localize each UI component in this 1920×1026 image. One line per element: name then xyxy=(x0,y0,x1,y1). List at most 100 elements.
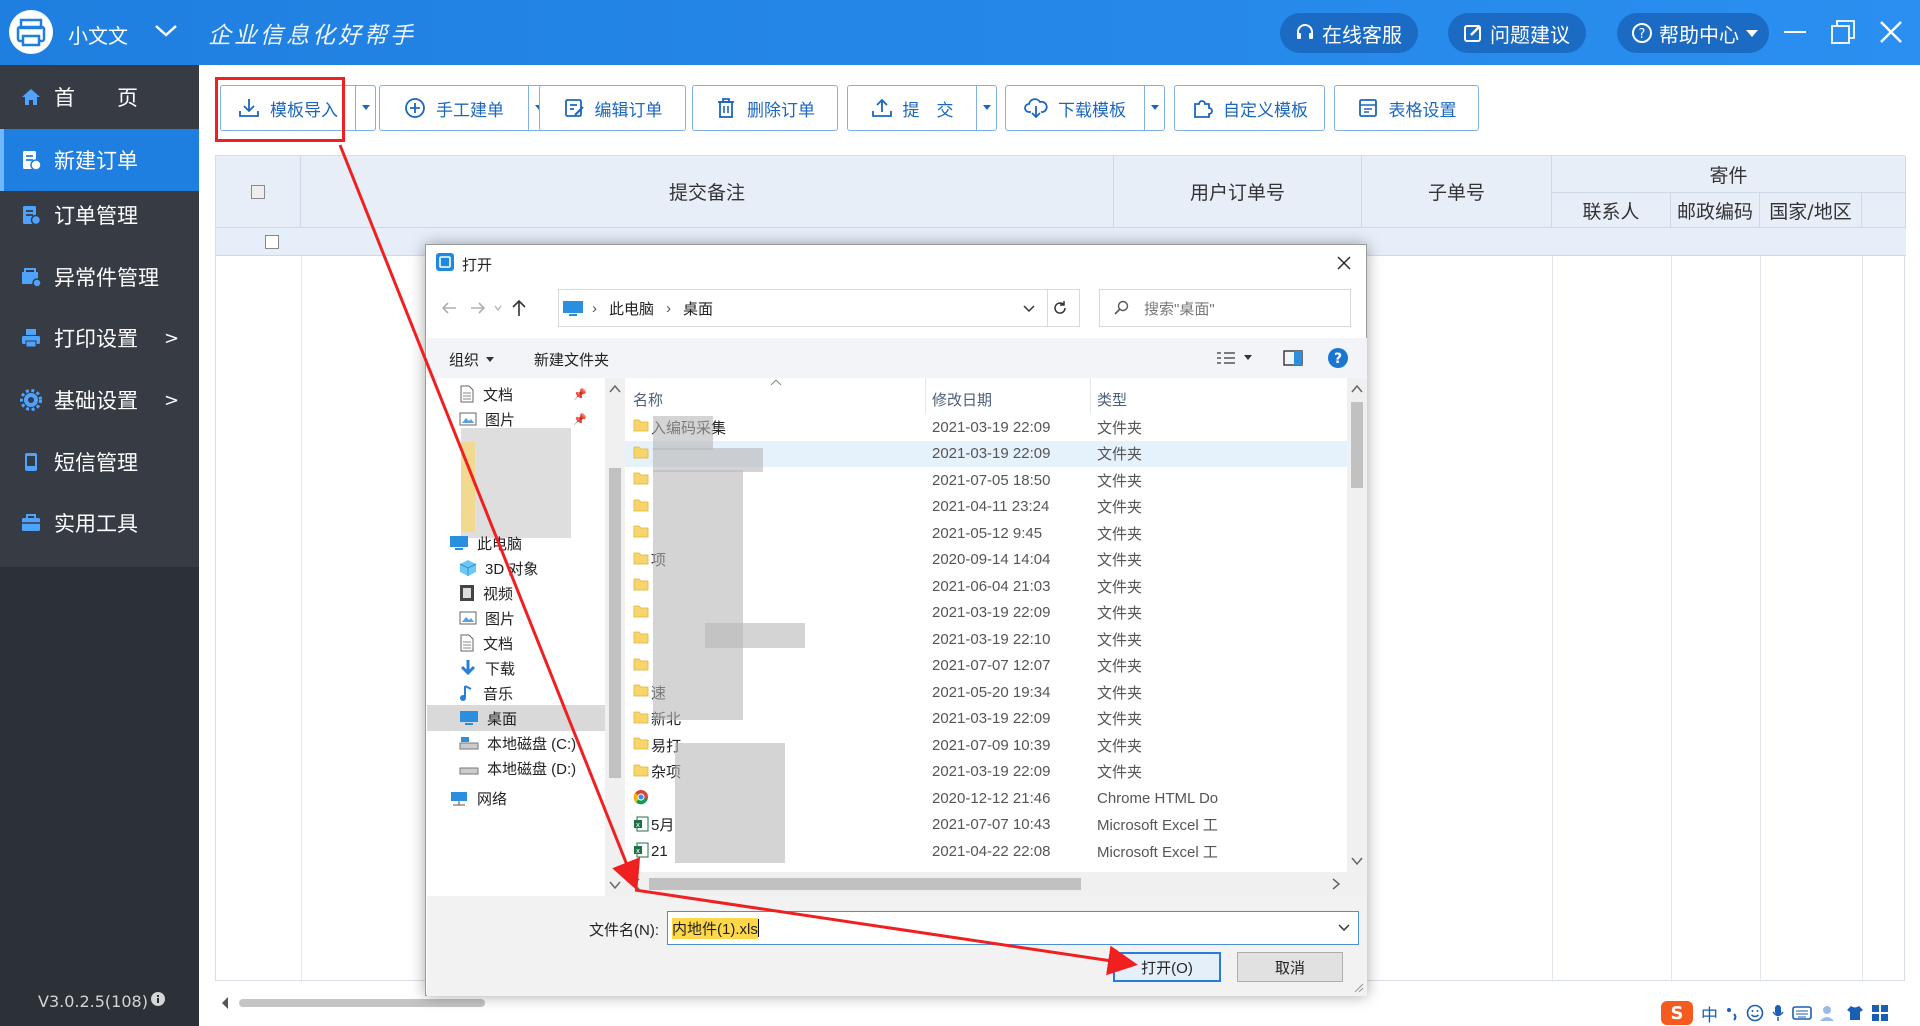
column-header-postcode[interactable]: 邮政编码 xyxy=(1671,193,1760,228)
filename-input[interactable]: 内地件(1).xls xyxy=(667,911,1359,945)
user-name[interactable]: 小文文 xyxy=(68,20,128,49)
user-icon[interactable] xyxy=(1819,1004,1839,1022)
caret-down-icon xyxy=(1746,30,1758,37)
navigation-pane-scrollbar[interactable] xyxy=(605,378,625,896)
sidebar-item-new-order[interactable]: 新建订单 xyxy=(0,129,199,191)
column-divider xyxy=(1760,256,1761,982)
manual-order-button[interactable]: 手工建单 xyxy=(379,85,529,131)
maximize-button[interactable] xyxy=(1826,15,1860,49)
file-date: 2021-04-11 23:24 xyxy=(932,498,1050,515)
edit-order-button[interactable]: 编辑订单 xyxy=(539,85,686,131)
sidebar-item-print-settings[interactable]: 打印设置 > xyxy=(0,307,199,369)
forward-arrow-icon[interactable] xyxy=(469,300,487,316)
online-service-button[interactable]: 在线客服 xyxy=(1280,13,1418,53)
version-label: V3.0.2.5(108) xyxy=(38,992,148,1011)
file-list-vertical-scrollbar[interactable] xyxy=(1347,378,1367,896)
open-button[interactable]: 打开(O) xyxy=(1113,952,1221,982)
custom-template-button[interactable]: 自定义模板 xyxy=(1174,85,1325,131)
toolbox-grid-icon[interactable] xyxy=(1871,1004,1889,1022)
nav-item-music[interactable]: 音乐 xyxy=(459,680,605,706)
delete-order-button[interactable]: 删除订单 xyxy=(692,85,838,131)
nav-item-3d-objects[interactable]: 3D 对象 xyxy=(459,555,605,581)
up-arrow-icon[interactable] xyxy=(510,298,528,318)
ime-mode-label[interactable]: 中 xyxy=(1701,1001,1718,1026)
file-row[interactable]: 入编码采集2021-03-19 22:09文件夹 xyxy=(625,414,1347,440)
filename-dropdown-icon[interactable] xyxy=(1338,923,1350,933)
search-box[interactable]: 搜索"桌面" xyxy=(1099,289,1351,327)
breadcrumb-separator: › xyxy=(666,299,672,317)
emoji-icon[interactable] xyxy=(1746,1004,1764,1022)
nav-item-videos[interactable]: 视频 xyxy=(459,580,605,606)
row-checkbox[interactable] xyxy=(265,235,279,249)
breadcrumb-desktop[interactable]: 桌面 xyxy=(683,298,713,319)
cancel-button[interactable]: 取消 xyxy=(1237,952,1343,982)
submenu-arrow-icon: > xyxy=(164,389,180,411)
select-all-checkbox[interactable] xyxy=(251,184,265,199)
document-icon xyxy=(460,634,474,652)
column-header-name[interactable]: 名称 xyxy=(633,389,663,410)
recent-locations-icon[interactable] xyxy=(493,303,503,313)
organize-menu[interactable]: 组织 xyxy=(449,349,495,370)
sidebar-item-basic-settings[interactable]: 基础设置 > xyxy=(0,369,199,431)
sidebar-item-home[interactable]: 首 页 xyxy=(0,66,199,128)
minimize-button[interactable] xyxy=(1778,15,1812,49)
sidebar-item-exceptions[interactable]: 异常件管理 xyxy=(0,246,199,308)
open-file-dialog: 打开 › 此电脑 › 桌面 搜索"桌面" 组织 新建文件夹 ? 文档 📌 图片 … xyxy=(425,244,1367,996)
redacted-region xyxy=(653,416,713,450)
sidebar-item-sms[interactable]: 短信管理 xyxy=(0,431,199,493)
address-dropdown-icon[interactable] xyxy=(1023,304,1035,314)
download-template-button[interactable]: 下载模板 xyxy=(1005,85,1145,131)
nav-item-drive-c[interactable]: 本地磁盘 (C:) xyxy=(459,730,605,756)
import-template-dropdown[interactable] xyxy=(356,85,376,131)
column-header-type[interactable]: 类型 xyxy=(1097,389,1127,410)
feedback-button[interactable]: 问题建议 xyxy=(1448,13,1586,53)
column-header-sub-order-no[interactable]: 子单号 xyxy=(1362,156,1552,228)
sogou-ime-icon[interactable]: S xyxy=(1660,1000,1694,1026)
submit-dropdown[interactable] xyxy=(977,85,997,131)
column-header-country[interactable]: 国家/地区 xyxy=(1760,193,1862,228)
download-template-dropdown[interactable] xyxy=(1145,85,1165,131)
refresh-button[interactable] xyxy=(1040,289,1080,327)
nav-item-pictures-pc[interactable]: 图片 xyxy=(459,605,605,631)
column-header-user-order-no[interactable]: 用户订单号 xyxy=(1114,156,1362,228)
nav-item-drive-d[interactable]: 本地磁盘 (D:) xyxy=(459,755,605,781)
nav-item-documents[interactable]: 文档 📌 xyxy=(459,381,605,407)
file-name: 21 xyxy=(651,842,668,860)
address-bar[interactable]: › 此电脑 › 桌面 xyxy=(558,289,1048,327)
table-settings-button[interactable]: 表格设置 xyxy=(1334,85,1479,131)
view-options-icon[interactable] xyxy=(1215,350,1255,366)
help-icon[interactable]: ? xyxy=(1327,347,1349,369)
column-divider xyxy=(1671,256,1672,982)
file-date: 2021-04-22 22:08 xyxy=(932,842,1051,860)
column-header-contact[interactable]: 联系人 xyxy=(1552,193,1671,228)
sidebar-item-order-management[interactable]: 订单管理 xyxy=(0,184,199,246)
microphone-icon[interactable] xyxy=(1771,1004,1785,1022)
close-button[interactable] xyxy=(1874,15,1908,49)
submit-button[interactable]: 提 交 xyxy=(847,85,977,131)
exception-icon xyxy=(22,268,42,288)
nav-item-documents-pc[interactable]: 文档 xyxy=(459,630,605,656)
preview-pane-icon[interactable] xyxy=(1283,349,1303,367)
sidebar-item-tools[interactable]: 实用工具 xyxy=(0,492,199,554)
nav-item-downloads[interactable]: 下载 xyxy=(459,655,605,681)
column-header-remark[interactable]: 提交备注 xyxy=(301,156,1114,228)
chevron-down-icon[interactable] xyxy=(153,20,179,42)
keyboard-icon[interactable] xyxy=(1792,1005,1812,1021)
punctuation-icon[interactable] xyxy=(1725,1004,1739,1022)
nav-item-desktop[interactable]: 桌面 xyxy=(427,705,605,731)
column-header-date[interactable]: 修改日期 xyxy=(932,389,992,410)
resize-grip-icon[interactable] xyxy=(1353,982,1365,994)
breadcrumb-this-pc[interactable]: 此电脑 xyxy=(609,298,654,319)
help-center-button[interactable]: ? 帮助中心 xyxy=(1617,13,1769,53)
skin-icon[interactable] xyxy=(1846,1004,1864,1022)
caret-down-icon xyxy=(361,105,370,110)
new-folder-button[interactable]: 新建文件夹 xyxy=(534,349,609,370)
title-bar: 小文文 企业信息化好帮手 在线客服 问题建议 ? 帮助中心 xyxy=(0,0,1920,65)
file-list-horizontal-scrollbar[interactable] xyxy=(625,872,1347,896)
nav-item-this-pc[interactable]: 此电脑 xyxy=(449,530,605,556)
back-arrow-icon[interactable] xyxy=(440,300,458,316)
info-icon[interactable] xyxy=(150,991,166,1007)
dialog-close-button[interactable] xyxy=(1334,253,1354,273)
nav-item-network[interactable]: 网络 xyxy=(449,785,605,811)
redacted-region xyxy=(675,743,785,863)
